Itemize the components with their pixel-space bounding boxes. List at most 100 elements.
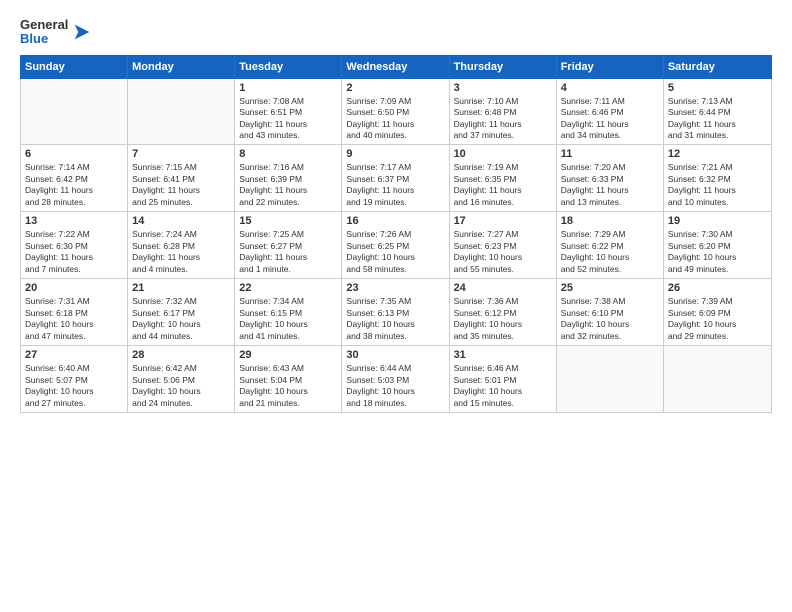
cell-info: Sunrise: 7:08 AM Sunset: 6:51 PM Dayligh… bbox=[239, 96, 337, 142]
day-number: 25 bbox=[561, 282, 659, 294]
day-number: 8 bbox=[239, 148, 337, 160]
logo-general: General bbox=[20, 18, 68, 32]
calendar-cell: 14 Sunrise: 7:24 AM Sunset: 6:28 PM Dayli… bbox=[128, 212, 235, 278]
cell-info: Sunrise: 7:22 AM Sunset: 6:30 PM Dayligh… bbox=[25, 229, 123, 275]
calendar-cell: 11Sunrise: 7:20 AM Sunset: 6:33 PM Dayli… bbox=[557, 145, 664, 211]
calendar-cell: 4 Sunrise: 7:11 AM Sunset: 6:46 PM Daylig… bbox=[557, 79, 664, 145]
cell-info: Sunrise: 7:25 AM Sunset: 6:27 PM Dayligh… bbox=[239, 229, 337, 275]
logo-text: General Blue bbox=[20, 18, 68, 47]
cell-info: Sunrise: 7:15 AM Sunset: 6:41 PM Dayligh… bbox=[132, 162, 230, 208]
day-number: 26 bbox=[668, 282, 767, 294]
day-number: 15 bbox=[239, 215, 337, 227]
header-day-friday: Friday bbox=[557, 56, 664, 78]
calendar-cell bbox=[557, 346, 664, 412]
cell-info: Sunrise: 7:10 AM Sunset: 6:48 PM Dayligh… bbox=[454, 96, 552, 142]
day-number: 24 bbox=[454, 282, 552, 294]
calendar-cell: 16 Sunrise: 7:26 AM Sunset: 6:25 PM Dayli… bbox=[342, 212, 449, 278]
cell-info: Sunrise: 7:11 AM Sunset: 6:46 PM Dayligh… bbox=[561, 96, 659, 142]
cell-info: Sunrise: 6:42 AM Sunset: 5:06 PM Dayligh… bbox=[132, 363, 230, 409]
header-day-monday: Monday bbox=[128, 56, 235, 78]
calendar-cell: 3 Sunrise: 7:10 AM Sunset: 6:48 PM Daylig… bbox=[450, 79, 557, 145]
calendar-cell: 18 Sunrise: 7:29 AM Sunset: 6:22 PM Dayli… bbox=[557, 212, 664, 278]
cell-info: Sunrise: 7:31 AM Sunset: 6:18 PM Dayligh… bbox=[25, 296, 123, 342]
logo-icon bbox=[71, 21, 93, 43]
day-number: 30 bbox=[346, 349, 444, 361]
day-number: 7 bbox=[132, 148, 230, 160]
calendar-cell: 7 Sunrise: 7:15 AM Sunset: 6:41 PM Daylig… bbox=[128, 145, 235, 211]
header-day-tuesday: Tuesday bbox=[235, 56, 342, 78]
header-day-sunday: Sunday bbox=[21, 56, 128, 78]
header-day-thursday: Thursday bbox=[450, 56, 557, 78]
calendar-week-4: 20Sunrise: 7:31 AM Sunset: 6:18 PM Dayli… bbox=[21, 279, 771, 346]
cell-info: Sunrise: 7:36 AM Sunset: 6:12 PM Dayligh… bbox=[454, 296, 552, 342]
day-number: 9 bbox=[346, 148, 444, 160]
cell-info: Sunrise: 7:14 AM Sunset: 6:42 PM Dayligh… bbox=[25, 162, 123, 208]
calendar-cell: 25Sunrise: 7:38 AM Sunset: 6:10 PM Dayli… bbox=[557, 279, 664, 345]
cell-info: Sunrise: 6:43 AM Sunset: 5:04 PM Dayligh… bbox=[239, 363, 337, 409]
calendar-cell: 27 Sunrise: 6:40 AM Sunset: 5:07 PM Dayli… bbox=[21, 346, 128, 412]
cell-info: Sunrise: 7:16 AM Sunset: 6:39 PM Dayligh… bbox=[239, 162, 337, 208]
cell-info: Sunrise: 6:44 AM Sunset: 5:03 PM Dayligh… bbox=[346, 363, 444, 409]
cell-info: Sunrise: 7:29 AM Sunset: 6:22 PM Dayligh… bbox=[561, 229, 659, 275]
calendar-cell: 17 Sunrise: 7:27 AM Sunset: 6:23 PM Dayli… bbox=[450, 212, 557, 278]
cell-info: Sunrise: 7:17 AM Sunset: 6:37 PM Dayligh… bbox=[346, 162, 444, 208]
calendar-cell: 24 Sunrise: 7:36 AM Sunset: 6:12 PM Dayli… bbox=[450, 279, 557, 345]
calendar-cell: 19 Sunrise: 7:30 AM Sunset: 6:20 PM Dayli… bbox=[664, 212, 771, 278]
day-number: 11 bbox=[561, 148, 659, 160]
calendar-cell: 28 Sunrise: 6:42 AM Sunset: 5:06 PM Dayli… bbox=[128, 346, 235, 412]
calendar-cell bbox=[21, 79, 128, 145]
calendar-header: SundayMondayTuesdayWednesdayThursdayFrid… bbox=[21, 56, 771, 78]
cell-info: Sunrise: 7:13 AM Sunset: 6:44 PM Dayligh… bbox=[668, 96, 767, 142]
day-number: 10 bbox=[454, 148, 552, 160]
day-number: 17 bbox=[454, 215, 552, 227]
day-number: 1 bbox=[239, 82, 337, 94]
cell-info: Sunrise: 7:21 AM Sunset: 6:32 PM Dayligh… bbox=[668, 162, 767, 208]
day-number: 4 bbox=[561, 82, 659, 94]
logo: General Blue bbox=[20, 18, 93, 47]
day-number: 2 bbox=[346, 82, 444, 94]
cell-info: Sunrise: 7:27 AM Sunset: 6:23 PM Dayligh… bbox=[454, 229, 552, 275]
cell-info: Sunrise: 7:09 AM Sunset: 6:50 PM Dayligh… bbox=[346, 96, 444, 142]
calendar-week-1: 1 Sunrise: 7:08 AM Sunset: 6:51 PM Daylig… bbox=[21, 79, 771, 146]
day-number: 18 bbox=[561, 215, 659, 227]
calendar-cell: 10 Sunrise: 7:19 AM Sunset: 6:35 PM Dayli… bbox=[450, 145, 557, 211]
cell-info: Sunrise: 7:19 AM Sunset: 6:35 PM Dayligh… bbox=[454, 162, 552, 208]
cell-info: Sunrise: 7:30 AM Sunset: 6:20 PM Dayligh… bbox=[668, 229, 767, 275]
day-number: 19 bbox=[668, 215, 767, 227]
calendar-cell: 9 Sunrise: 7:17 AM Sunset: 6:37 PM Daylig… bbox=[342, 145, 449, 211]
calendar-week-3: 13 Sunrise: 7:22 AM Sunset: 6:30 PM Dayli… bbox=[21, 212, 771, 279]
calendar-cell bbox=[128, 79, 235, 145]
day-number: 21 bbox=[132, 282, 230, 294]
calendar-cell: 13 Sunrise: 7:22 AM Sunset: 6:30 PM Dayli… bbox=[21, 212, 128, 278]
cell-info: Sunrise: 7:39 AM Sunset: 6:09 PM Dayligh… bbox=[668, 296, 767, 342]
calendar-cell: 15 Sunrise: 7:25 AM Sunset: 6:27 PM Dayli… bbox=[235, 212, 342, 278]
day-number: 16 bbox=[346, 215, 444, 227]
calendar: SundayMondayTuesdayWednesdayThursdayFrid… bbox=[20, 55, 772, 602]
day-number: 13 bbox=[25, 215, 123, 227]
calendar-cell: 23Sunrise: 7:35 AM Sunset: 6:13 PM Dayli… bbox=[342, 279, 449, 345]
calendar-cell: 6 Sunrise: 7:14 AM Sunset: 6:42 PM Daylig… bbox=[21, 145, 128, 211]
day-number: 22 bbox=[239, 282, 337, 294]
day-number: 3 bbox=[454, 82, 552, 94]
day-number: 23 bbox=[346, 282, 444, 294]
cell-info: Sunrise: 7:34 AM Sunset: 6:15 PM Dayligh… bbox=[239, 296, 337, 342]
day-number: 6 bbox=[25, 148, 123, 160]
calendar-cell: 2 Sunrise: 7:09 AM Sunset: 6:50 PM Daylig… bbox=[342, 79, 449, 145]
cell-info: Sunrise: 7:24 AM Sunset: 6:28 PM Dayligh… bbox=[132, 229, 230, 275]
calendar-cell: 8 Sunrise: 7:16 AM Sunset: 6:39 PM Daylig… bbox=[235, 145, 342, 211]
calendar-cell: 12Sunrise: 7:21 AM Sunset: 6:32 PM Dayli… bbox=[664, 145, 771, 211]
day-number: 14 bbox=[132, 215, 230, 227]
calendar-week-5: 27 Sunrise: 6:40 AM Sunset: 5:07 PM Dayli… bbox=[21, 346, 771, 412]
calendar-week-2: 6 Sunrise: 7:14 AM Sunset: 6:42 PM Daylig… bbox=[21, 145, 771, 212]
header-day-wednesday: Wednesday bbox=[342, 56, 449, 78]
calendar-cell: 29Sunrise: 6:43 AM Sunset: 5:04 PM Dayli… bbox=[235, 346, 342, 412]
cell-info: Sunrise: 7:26 AM Sunset: 6:25 PM Dayligh… bbox=[346, 229, 444, 275]
cell-info: Sunrise: 6:40 AM Sunset: 5:07 PM Dayligh… bbox=[25, 363, 123, 409]
cell-info: Sunrise: 7:32 AM Sunset: 6:17 PM Dayligh… bbox=[132, 296, 230, 342]
day-number: 27 bbox=[25, 349, 123, 361]
calendar-cell: 20Sunrise: 7:31 AM Sunset: 6:18 PM Dayli… bbox=[21, 279, 128, 345]
cell-info: Sunrise: 6:46 AM Sunset: 5:01 PM Dayligh… bbox=[454, 363, 552, 409]
logo-blue: Blue bbox=[20, 32, 68, 46]
day-number: 28 bbox=[132, 349, 230, 361]
header-day-saturday: Saturday bbox=[664, 56, 771, 78]
